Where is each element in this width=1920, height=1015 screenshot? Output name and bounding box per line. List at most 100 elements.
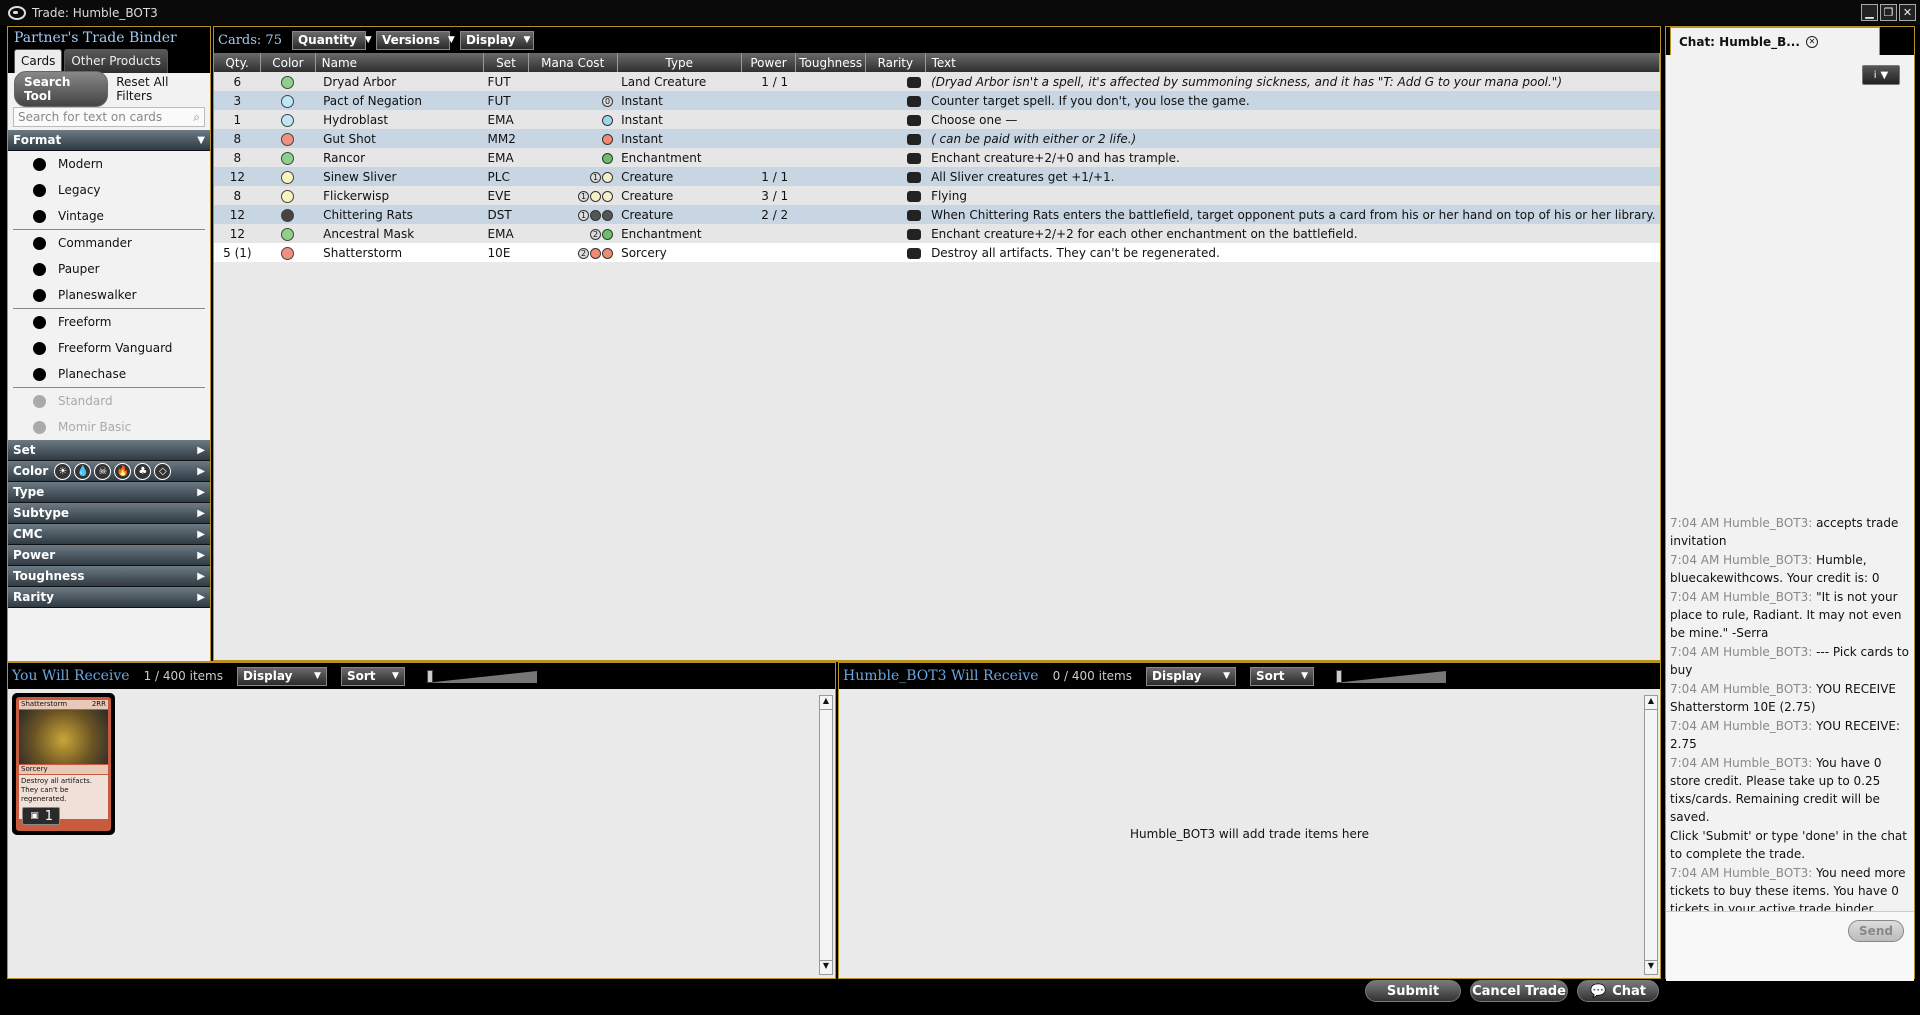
scroll-down-icon[interactable]: ▼ (1645, 960, 1657, 974)
scroll-up-icon[interactable]: ▲ (1645, 696, 1657, 710)
restore-icon[interactable]: ❐ (1880, 4, 1897, 21)
display-dropdown[interactable]: Display ▼ (236, 666, 327, 686)
zoom-slider[interactable] (1334, 669, 1446, 683)
table-row[interactable]: 8 Flickerwisp EVE 1 Creature 3 / 1 Flying (214, 186, 1660, 205)
slider-thumb[interactable] (426, 669, 433, 683)
tab-cards[interactable]: Cards (14, 49, 63, 73)
color-red-icon[interactable]: 🔥 (114, 462, 132, 480)
color-green-icon[interactable]: ♣ (134, 462, 152, 480)
format-option[interactable]: Freeform Vanguard (8, 335, 210, 361)
format-option[interactable]: Planeswalker (8, 282, 210, 308)
display-dropdown[interactable]: Display ▼ (1146, 666, 1236, 686)
column-header-power[interactable]: Power (741, 53, 797, 72)
column-header-text[interactable]: Text (925, 53, 1661, 72)
close-tab-icon[interactable]: ✕ (1805, 35, 1818, 48)
type-cell: Creature (617, 205, 742, 224)
minimize-icon[interactable]: ▁ (1861, 4, 1878, 21)
scrollbar[interactable]: ▲ ▼ (819, 695, 833, 975)
column-header-type[interactable]: Type (617, 53, 742, 72)
column-header-name[interactable]: Name (315, 53, 485, 72)
mana-symbol-icon: 2 (578, 247, 590, 259)
section-label: Power (13, 548, 56, 562)
send-button[interactable]: Send (1848, 920, 1904, 942)
filter-section-subtype[interactable]: Subtype ▶ (8, 503, 210, 524)
format-option[interactable]: Planechase (8, 361, 210, 387)
zoom-slider[interactable] (424, 669, 537, 683)
filter-section-type[interactable]: Type ▶ (8, 482, 210, 503)
mana-symbol-icon (602, 209, 614, 221)
submit-button[interactable]: Submit (1365, 980, 1461, 1002)
table-row[interactable]: 12 Ancestral Mask EMA 2 Enchantment Enchant c… (214, 224, 1660, 243)
mana-symbol-icon (602, 171, 614, 183)
chevron-down-icon: ▼ (1880, 69, 1889, 81)
format-option[interactable]: Freeform (8, 309, 210, 335)
card-text-search-input[interactable]: Search for text on cards ⌕ (13, 107, 205, 127)
column-header-toughness[interactable]: Toughness (795, 53, 867, 72)
you-receive-panel: You Will Receive 1 / 400 items Display ▼ … (7, 662, 836, 979)
table-row[interactable]: 8 Gut Shot MM2 Instant ( can be paid with ei… (214, 129, 1660, 148)
chat-message: 7:04 AM Humble_BOT3: --- Pick cards to b… (1670, 643, 1910, 679)
format-label: Format (13, 133, 62, 147)
table-row[interactable]: 6 Dryad Arbor FUT Land Creature 1 / 1 (Dryad … (214, 72, 1660, 91)
table-row[interactable]: 12 Sinew Sliver PLC 1 Creature 1 / 1 All Slive… (214, 167, 1660, 186)
chat-button[interactable]: 💬 Chat (1577, 980, 1659, 1002)
format-option[interactable]: Modern (8, 151, 210, 177)
card-table: Qty. Color Name Set Mana Cost Type Power Toughn… (214, 53, 1661, 262)
set-cell: EMA (483, 110, 529, 129)
tab-other-products[interactable]: Other Products (64, 49, 169, 73)
color-colorless-icon[interactable]: ◇ (154, 462, 172, 480)
versions-dropdown[interactable]: Versions ▼ (375, 30, 455, 50)
format-option[interactable]: Vintage (8, 203, 210, 229)
sort-dropdown[interactable]: Sort ▼ (340, 666, 405, 686)
scroll-up-icon[interactable]: ▲ (820, 696, 832, 710)
chat-tab[interactable]: Chat: Humble_B... ✕ (1670, 27, 1880, 55)
section-label: Type (13, 485, 45, 499)
filter-section-set[interactable]: Set ▶ (8, 440, 210, 461)
format-option[interactable]: Commander (8, 230, 210, 256)
search-tool-button[interactable]: Search Tool (14, 71, 109, 107)
reset-filters-button[interactable]: Reset All Filters (116, 75, 204, 103)
scrollbar[interactable]: ▲ ▼ (1644, 695, 1658, 975)
table-row[interactable]: 12 Chittering Rats DST 1 Creature 2 / 2 When C… (214, 205, 1660, 224)
card-quantity: ▣ 1 (22, 807, 60, 825)
radio-icon (33, 157, 46, 171)
chat-options-button[interactable]: i ▼ (1862, 65, 1900, 85)
chat-input[interactable]: Send (1666, 911, 1914, 981)
chat-tab-label: Chat: Humble_B... (1679, 34, 1800, 49)
format-section[interactable]: Format ▼ (8, 130, 210, 151)
format-option[interactable]: Legacy (8, 177, 210, 203)
filter-section-power[interactable]: Power ▶ (8, 545, 210, 566)
filter-section-toughness[interactable]: Toughness ▶ (8, 566, 210, 587)
set-cell: 10E (483, 243, 529, 262)
color-black-icon[interactable]: ☠ (94, 462, 112, 480)
display-dropdown[interactable]: Display ▼ (459, 30, 534, 50)
chat-panel: Chat: Humble_B... ✕ i ▼ 7:04 AM Humble_BOT… (1665, 26, 1915, 981)
column-header-set[interactable]: Set (483, 53, 529, 72)
search-icon[interactable]: ⌕ (193, 110, 200, 125)
filter-section-color[interactable]: Color ☀ 💧 ☠ 🔥 ♣ ◇ ▶ (8, 461, 210, 482)
sort-dropdown[interactable]: Sort ▼ (1250, 666, 1314, 686)
color-blue-icon[interactable]: 💧 (74, 462, 92, 480)
filter-section-cmc[interactable]: CMC ▶ (8, 524, 210, 545)
filter-section-rarity[interactable]: Rarity ▶ (8, 587, 210, 608)
table-row[interactable]: 8 Rancor EMA Enchantment Enchant creature+2/… (214, 148, 1660, 167)
set-symbol-icon (907, 133, 922, 145)
trade-card[interactable]: Shatterstorm 2RR Sorcery Destroy all arti… (12, 693, 115, 835)
column-header-color[interactable]: Color (260, 53, 316, 72)
cancel-trade-button[interactable]: Cancel Trade (1470, 980, 1568, 1002)
close-icon[interactable]: ✕ (1899, 4, 1916, 21)
column-header-manacost[interactable]: Mana Cost (528, 53, 618, 72)
format-option[interactable]: Pauper (8, 256, 210, 282)
color-white-icon[interactable]: ☀ (54, 462, 72, 480)
table-row[interactable]: 1 Hydroblast EMA Instant Choose one — (214, 110, 1660, 129)
quantity-dropdown[interactable]: Quantity ▼ (291, 30, 372, 50)
expand-icon: ▶ (197, 570, 205, 582)
table-row[interactable]: 5 (1) Shatterstorm 10E 2 Sorcery Destroy all … (214, 243, 1660, 262)
slider-thumb[interactable] (1336, 669, 1342, 683)
radio-icon (33, 315, 46, 329)
format-option: Standard (8, 388, 210, 414)
table-row[interactable]: 3 Pact of Negation FUT 0 Instant Counter targ… (214, 91, 1660, 110)
column-header-qty[interactable]: Qty. (214, 53, 262, 72)
column-header-rarity[interactable]: Rarity (865, 53, 926, 72)
scroll-down-icon[interactable]: ▼ (820, 960, 832, 974)
